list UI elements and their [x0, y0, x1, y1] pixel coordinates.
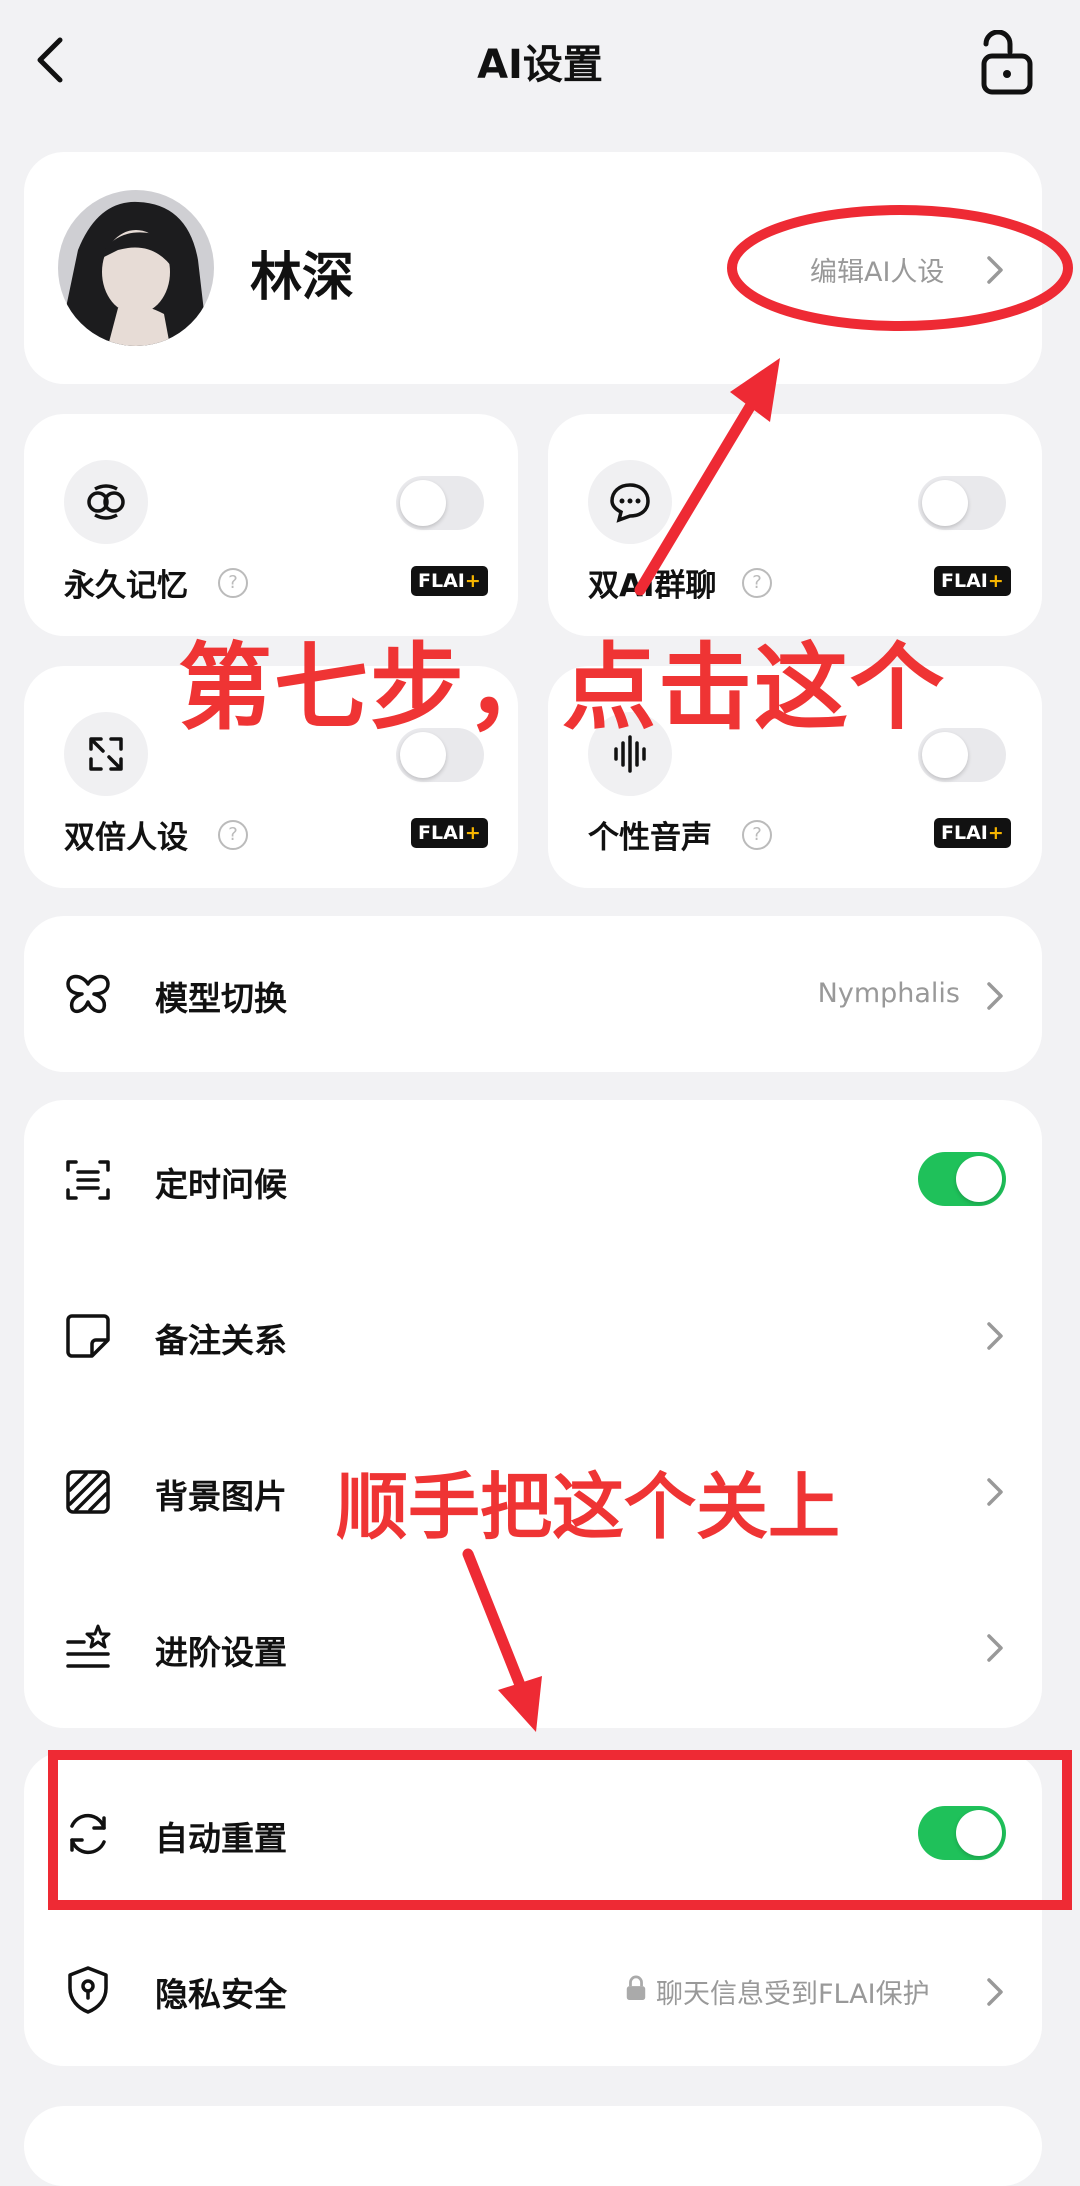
double-persona-label: 双倍人设: [64, 820, 188, 856]
annotation-step7: 第七步，点击这个: [178, 634, 947, 743]
scheduled-greeting-label: 定时问候: [155, 1165, 287, 1204]
advanced-settings-icon: [66, 1624, 111, 1668]
unlock-icon[interactable]: [972, 30, 1042, 100]
background-image-label[interactable]: 背景图片: [155, 1470, 287, 1518]
flai-plus-badge: FLAI+: [934, 566, 1011, 596]
help-icon[interactable]: ?: [742, 820, 772, 850]
note-relation-label[interactable]: 备注关系: [155, 1314, 287, 1362]
model-value: Nymphalis: [817, 978, 960, 1009]
chevron-right-icon: [987, 1634, 1003, 1662]
flai-plus-badge: FLAI+: [934, 818, 1011, 848]
lock-icon: [626, 1975, 646, 2000]
next-card: [24, 2106, 1042, 2186]
model-switch-label: 模型切换: [155, 979, 287, 1018]
ai-name: 林深: [250, 248, 355, 308]
scan-list-icon: [66, 1160, 110, 1200]
flai-plus-badge: FLAI+: [411, 818, 488, 848]
annotation-box: [48, 1750, 1072, 1910]
flai-plus-badge: FLAI+: [411, 566, 488, 596]
butterfly-icon: [66, 974, 110, 1014]
privacy-value: 聊天信息受到FLAI保护: [656, 1979, 930, 2010]
chevron-right-icon: [987, 1478, 1003, 1506]
group-chat-toggle[interactable]: [918, 476, 1006, 530]
advanced-settings-label[interactable]: 进阶设置: [155, 1626, 287, 1674]
avatar[interactable]: [58, 190, 214, 346]
memory-label: 永久记忆: [64, 568, 188, 604]
annotation-arrow-up: [634, 358, 780, 596]
annotation-ellipse: [727, 205, 1073, 331]
page-title: AI设置: [477, 42, 603, 88]
scheduled-greeting-toggle[interactable]: [918, 1152, 1006, 1206]
annotation-arrow-down: [462, 1548, 542, 1732]
note-icon: [66, 1314, 110, 1358]
chevron-right-icon: [987, 1978, 1003, 2006]
memory-toggle[interactable]: [396, 476, 484, 530]
chevron-right-icon: [987, 1322, 1003, 1350]
chevron-right-icon: [987, 982, 1003, 1010]
help-icon[interactable]: ?: [218, 568, 248, 598]
voice-label: 个性音声: [588, 820, 712, 856]
help-icon[interactable]: ?: [218, 820, 248, 850]
background-image-icon: [66, 1470, 110, 1514]
expand-icon: [64, 712, 148, 796]
privacy-label[interactable]: 隐私安全: [155, 1968, 287, 2016]
annotation-close-this: 顺手把这个关上: [336, 1465, 841, 1549]
shield-icon: [68, 1966, 108, 2014]
memory-icon: [64, 460, 148, 544]
